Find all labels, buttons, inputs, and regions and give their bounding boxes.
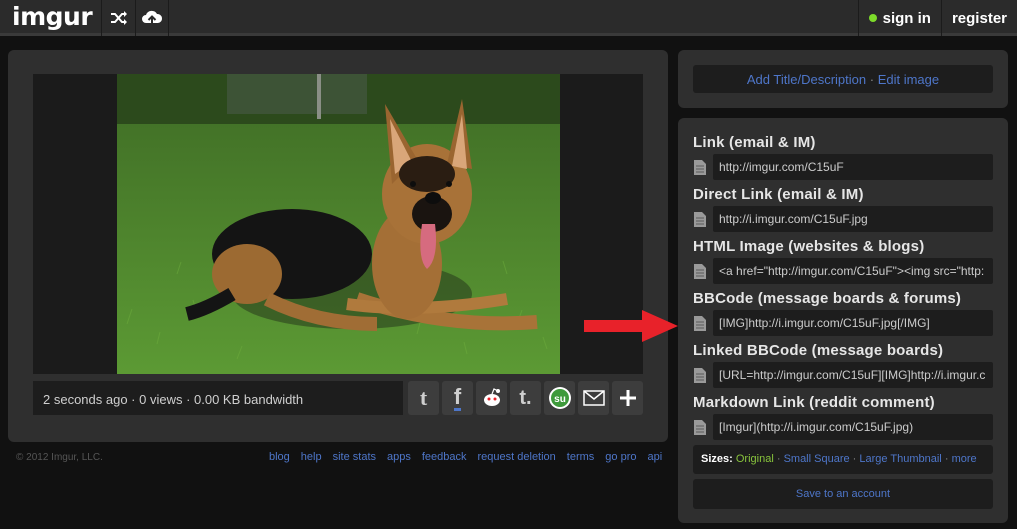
footer-link-blog[interactable]: blog [269, 451, 290, 463]
share-email-button[interactable] [578, 381, 609, 415]
reddit-icon [483, 388, 500, 406]
footer-link-apps[interactable]: apps [387, 451, 411, 463]
imgur-logo[interactable]: imgur [12, 2, 93, 31]
cloud-upload-icon [142, 10, 163, 26]
status-dot-icon [868, 14, 877, 22]
bbcode-field[interactable]: [IMG]http://i.imgur.com/C15uF.jpg[/IMG] [713, 310, 993, 336]
share-twitter-button[interactable]: t [408, 381, 439, 415]
footer-link-feedback[interactable]: feedback [422, 451, 467, 463]
footer-link-terms[interactable]: terms [567, 451, 595, 463]
footer-link-api[interactable]: api [648, 451, 663, 463]
direct-link-label: Direct Link (email & IM) [693, 186, 864, 203]
sign-in-label: sign in [882, 9, 931, 27]
upload-button[interactable] [135, 0, 169, 36]
register-link[interactable]: register [940, 0, 1017, 36]
footer-link-request-deletion[interactable]: request deletion [478, 451, 556, 463]
share-facebook-button[interactable]: f [442, 381, 473, 415]
sizes-label: Sizes: [701, 453, 733, 465]
share-reddit-button[interactable] [476, 381, 507, 415]
red-arrow-icon [584, 310, 678, 342]
markdown-link-field[interactable]: [Imgur](http://i.imgur.com/C15uF.jpg) [713, 414, 993, 440]
facebook-icon: f [453, 383, 462, 411]
size-separator: · [944, 453, 949, 465]
image-frame [33, 74, 643, 374]
svg-text:su: su [554, 394, 566, 405]
top-bar: imgur sign in register [0, 0, 1017, 36]
sizes-bar: Sizes: Original · Small Square · Large T… [693, 445, 993, 474]
size-large-thumbnail-link[interactable]: Large Thumbnail [859, 453, 941, 465]
footer-link-go-pro[interactable]: go pro [605, 451, 636, 463]
direct-link-field[interactable]: http://i.imgur.com/C15uF.jpg [713, 206, 993, 232]
share-tumblr-button[interactable]: t. [510, 381, 541, 415]
html-image-field[interactable]: <a href="http://imgur.com/C15uF"><img sr… [713, 258, 993, 284]
link-field[interactable]: http://imgur.com/C15uF [713, 154, 993, 180]
copy-icon[interactable] [694, 316, 706, 331]
copy-icon[interactable] [694, 420, 706, 435]
size-small-square-link[interactable]: Small Square [784, 453, 850, 465]
copy-icon[interactable] [694, 264, 706, 279]
image-panel: 2 seconds ago · 0 views · 0.00 KB bandwi… [8, 50, 668, 442]
footer-link-site-stats[interactable]: site stats [333, 451, 376, 463]
size-separator: · [776, 453, 781, 465]
dog-photo-icon [117, 74, 560, 374]
random-button[interactable] [101, 0, 135, 36]
plus-icon [619, 390, 636, 406]
footer-link-help[interactable]: help [301, 451, 322, 463]
size-more-link[interactable]: more [952, 453, 977, 465]
markdown-link-label: Markdown Link (reddit comment) [693, 394, 935, 411]
copy-icon[interactable] [694, 160, 706, 175]
share-buttons: t f t. su [408, 381, 643, 415]
linked-bbcode-label: Linked BBCode (message boards) [693, 342, 944, 359]
linked-bbcode-field[interactable]: [URL=http://imgur.com/C15uF][IMG]http://… [713, 362, 993, 388]
share-more-button[interactable] [612, 381, 643, 415]
shuffle-icon [110, 11, 127, 25]
stumbleupon-icon: su [548, 387, 571, 409]
footer-links: blog help site stats apps feedback reque… [269, 451, 662, 463]
image-stats: 2 seconds ago · 0 views · 0.00 KB bandwi… [33, 381, 403, 415]
copyright-text: © 2012 Imgur, LLC. [16, 452, 103, 463]
bbcode-label: BBCode (message boards & forums) [693, 290, 962, 307]
copy-icon[interactable] [694, 212, 706, 227]
size-separator: · [852, 453, 857, 465]
sign-in-link[interactable]: sign in [857, 0, 941, 36]
email-icon [582, 390, 605, 406]
edit-panel: Add Title/Description · Edit image [678, 50, 1008, 108]
size-original-link[interactable]: Original [736, 453, 774, 465]
save-to-account-button[interactable]: Save to an account [693, 479, 993, 509]
add-title-link[interactable]: Add Title/Description [747, 72, 866, 87]
tumblr-icon: t. [519, 386, 532, 409]
twitter-icon: t [419, 385, 428, 410]
share-stumbleupon-button[interactable]: su [544, 381, 575, 415]
copy-icon[interactable] [694, 368, 706, 383]
html-image-label: HTML Image (websites & blogs) [693, 238, 925, 255]
link-label: Link (email & IM) [693, 134, 816, 151]
share-links-panel: Link (email & IM) http://imgur.com/C15uF… [678, 118, 1008, 523]
uploaded-image[interactable] [117, 74, 560, 374]
edit-separator: · [869, 72, 875, 87]
edit-image-link[interactable]: Edit image [878, 72, 939, 87]
edit-bar: Add Title/Description · Edit image [693, 65, 993, 93]
